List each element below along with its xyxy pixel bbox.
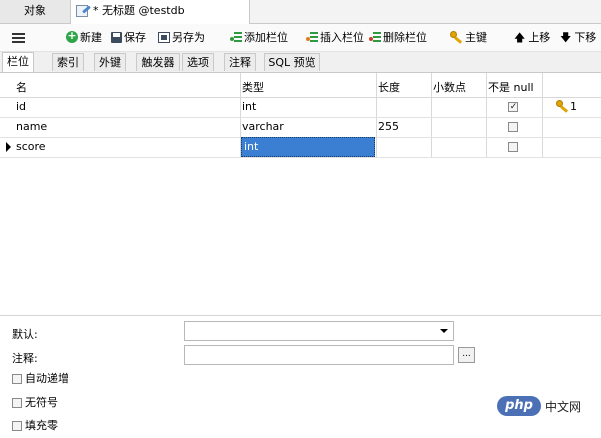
column-header-not-null[interactable]: 不是 null <box>486 73 542 97</box>
fields-grid-header: 名 类型 长度 小数点 不是 null <box>0 73 601 98</box>
field-length-cell[interactable] <box>376 137 431 157</box>
new-button[interactable]: 新建 <box>66 24 102 51</box>
field-decimals-cell[interactable] <box>431 137 486 157</box>
add-field-label: 添加栏位 <box>244 31 288 44</box>
not-null-checkbox[interactable] <box>508 100 518 114</box>
move-down-button[interactable]: 🡇 下移 <box>560 24 596 51</box>
default-select[interactable] <box>184 321 454 341</box>
unsigned-label: 无符号 <box>25 396 58 409</box>
delete-field-label: 删除栏位 <box>383 31 427 44</box>
new-label: 新建 <box>80 31 102 44</box>
field-name-cell[interactable]: score <box>14 137 240 157</box>
delete-field-button[interactable]: 删除栏位 <box>369 24 427 51</box>
save-as-icon <box>158 32 170 43</box>
not-null-checkbox[interactable] <box>508 122 518 132</box>
field-properties-panel: 默认: 注释: ... 自动递增 无符号 填充零 <box>0 315 601 438</box>
primary-key-order: 1 <box>570 100 577 113</box>
column-header-length[interactable]: 长度 <box>376 73 431 97</box>
field-decimals-cell[interactable] <box>431 117 486 137</box>
table-row[interactable]: name varchar 255 <box>0 117 601 138</box>
primary-key-label: 主键 <box>465 31 487 44</box>
delete-field-icon <box>369 31 381 43</box>
field-name-cell[interactable]: id <box>14 97 240 117</box>
field-name-cell[interactable]: name <box>14 117 240 137</box>
document-tab-bar: 对象 * 无标题 @testdb (localhost)... <box>0 0 601 39</box>
tab-comment[interactable]: 注释 <box>224 53 256 71</box>
field-type-cell-selected[interactable]: int <box>241 137 375 157</box>
table-designer-toolbar: 新建 保存 另存为 添加栏位 插入栏位 删除栏位 主键 🡅上移 🡇下移 <box>0 24 601 52</box>
designer-subtabs: 栏位 索引 外键 触发器 选项 注释 SQL 预览 <box>0 52 601 73</box>
save-icon <box>111 32 122 43</box>
tab-options[interactable]: 选项 <box>182 53 214 71</box>
field-type-cell[interactable]: int <box>240 97 376 117</box>
document-edit-icon <box>76 4 91 17</box>
zerofill-checkbox[interactable]: 填充零 <box>12 419 58 433</box>
key-icon <box>450 31 463 44</box>
auto-increment-box[interactable] <box>12 374 22 384</box>
new-icon <box>66 28 78 44</box>
table-row[interactable]: score int <box>0 137 601 158</box>
field-length-cell[interactable] <box>376 97 431 117</box>
menu-button[interactable] <box>12 24 27 51</box>
tab-indexes[interactable]: 索引 <box>52 53 84 71</box>
default-label: 默认: <box>12 328 38 341</box>
hamburger-icon <box>12 33 25 43</box>
save-as-button[interactable]: 另存为 <box>158 24 205 51</box>
tab-untitled-table[interactable]: * 无标题 @testdb (localhost)... <box>71 0 250 39</box>
tab-foreign-keys[interactable]: 外键 <box>94 53 126 71</box>
field-decimals-cell[interactable] <box>431 97 486 117</box>
arrow-down-icon: 🡇 <box>560 31 572 44</box>
comment-label: 注释: <box>12 352 38 365</box>
insert-field-label: 插入栏位 <box>320 31 364 44</box>
save-as-label: 另存为 <box>172 31 205 44</box>
insert-field-icon <box>306 31 318 43</box>
table-row[interactable]: id int 1 <box>0 97 601 118</box>
unsigned-box[interactable] <box>12 398 22 408</box>
move-down-label: 下移 <box>574 31 597 44</box>
unsigned-checkbox[interactable]: 无符号 <box>12 396 58 410</box>
tab-objects[interactable]: 对象 <box>0 0 71 23</box>
add-field-button[interactable]: 添加栏位 <box>230 24 288 51</box>
save-button[interactable]: 保存 <box>111 24 146 51</box>
zerofill-label: 填充零 <box>25 419 58 432</box>
key-icon <box>556 100 569 113</box>
move-up-button[interactable]: 🡅 上移 <box>514 24 550 51</box>
tab-fields[interactable]: 栏位 <box>2 52 34 72</box>
column-header-type[interactable]: 类型 <box>240 73 376 97</box>
row-marker-icon <box>6 142 11 152</box>
field-length-cell[interactable]: 255 <box>376 117 431 137</box>
add-field-icon <box>230 31 242 43</box>
tab-sql-preview[interactable]: SQL 预览 <box>264 53 320 71</box>
column-header-decimals[interactable]: 小数点 <box>431 73 486 97</box>
fields-grid: 名 类型 长度 小数点 不是 null id int 1 name varcha… <box>0 73 601 315</box>
tab-triggers[interactable]: 触发器 <box>136 53 180 71</box>
comment-field[interactable] <box>184 345 454 365</box>
column-header-name[interactable]: 名 <box>14 73 240 97</box>
insert-field-button[interactable]: 插入栏位 <box>306 24 364 51</box>
move-up-label: 上移 <box>528 31 551 44</box>
arrow-up-icon: 🡅 <box>514 31 526 44</box>
primary-key-button[interactable]: 主键 <box>450 24 487 51</box>
comment-ellipsis-button[interactable]: ... <box>458 347 475 363</box>
field-type-cell[interactable]: varchar <box>240 117 376 137</box>
auto-increment-checkbox[interactable]: 自动递增 <box>12 372 69 386</box>
save-label: 保存 <box>124 31 146 44</box>
not-null-checkbox[interactable] <box>508 142 518 152</box>
php-logo: php <box>497 396 541 416</box>
zerofill-box[interactable] <box>12 421 22 431</box>
site-watermark: php 中文网 <box>497 396 581 418</box>
watermark-site-name: 中文网 <box>545 399 582 414</box>
dropdown-caret-icon <box>440 329 448 333</box>
primary-key-indicator: 1 <box>556 97 577 117</box>
auto-increment-label: 自动递增 <box>25 372 69 385</box>
